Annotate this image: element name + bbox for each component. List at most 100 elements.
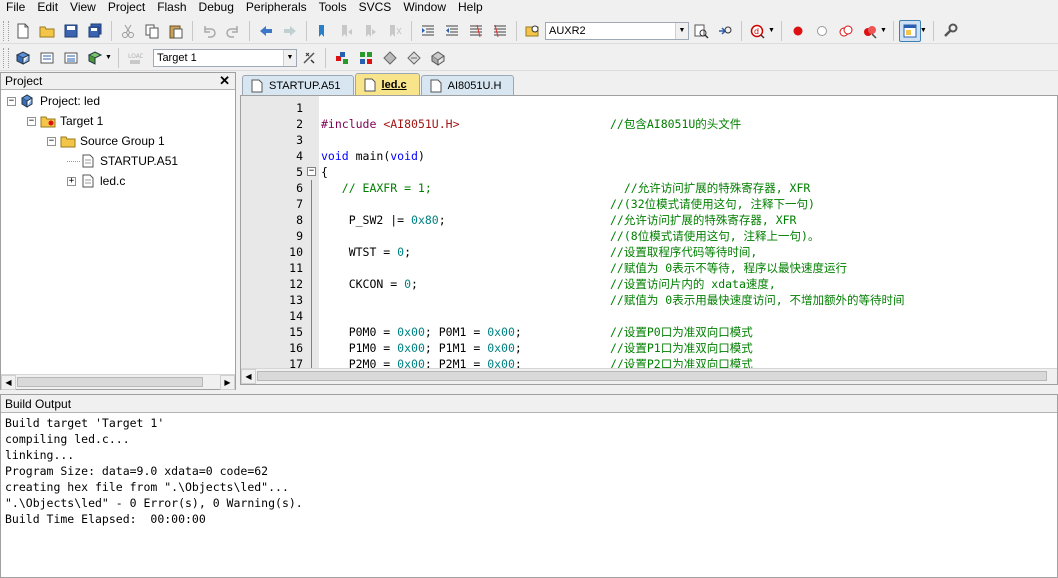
tree-item[interactable]: − Target 1: [27, 112, 103, 130]
run-time-environment-icon[interactable]: [427, 47, 449, 69]
collapse-icon[interactable]: −: [307, 167, 316, 176]
code-line[interactable]: 8 P_SW2 |= 0x80; //允许访问扩展的特殊寄存器, XFR: [241, 212, 1057, 228]
scrollbar-thumb[interactable]: [257, 371, 1047, 381]
redo-icon[interactable]: [222, 20, 244, 42]
editor-tab[interactable]: STARTUP.A51: [242, 75, 354, 95]
code-line[interactable]: 7 //(32位模式请使用这句, 注释下一句): [241, 196, 1057, 212]
insert-bookmark-icon[interactable]: [312, 20, 334, 42]
code-editor[interactable]: 1 2 #include <AI8051U.H>//包含AI8051U的头文件 3 4 v…: [240, 95, 1058, 385]
navigate-forward-icon[interactable]: [279, 20, 301, 42]
collapse-icon[interactable]: −: [7, 96, 16, 106]
find-in-files-icon[interactable]: [522, 20, 544, 42]
code-line[interactable]: 9 //(8位模式请使用这句, 注释上一句)。: [241, 228, 1057, 244]
project-horizontal-scrollbar[interactable]: ◀ ▶: [1, 374, 235, 390]
collapse-icon[interactable]: −: [27, 116, 36, 126]
menu-edit[interactable]: Edit: [31, 0, 64, 16]
window-layout-icon[interactable]: [898, 19, 921, 42]
disable-all-breakpoints-icon[interactable]: [835, 20, 857, 42]
code-line[interactable]: 1: [241, 100, 1057, 116]
download-load-icon[interactable]: LOAD: [124, 47, 146, 69]
undo-icon[interactable]: [198, 20, 220, 42]
menu-tools[interactable]: Tools: [313, 0, 353, 16]
batch-build-icon[interactable]: [84, 47, 106, 69]
editor-horizontal-scrollbar[interactable]: ◀: [241, 368, 1057, 384]
pack-installer-icon[interactable]: [379, 47, 401, 69]
tree-item[interactable]: + led.c: [67, 172, 125, 190]
code-line[interactable]: 16 P1M0 = 0x00; P1M1 = 0x00; //设置P1口为准双向口…: [241, 340, 1057, 356]
insert-breakpoint-icon[interactable]: [787, 20, 809, 42]
menu-peripherals[interactable]: Peripherals: [240, 0, 313, 16]
menu-help[interactable]: Help: [452, 0, 489, 16]
chevron-down-icon[interactable]: ▼: [880, 27, 887, 34]
tree-item[interactable]: STARTUP.A51: [67, 152, 178, 170]
open-folder-icon[interactable]: [36, 20, 58, 42]
code-line[interactable]: 11 //赋值为 0表示不等待, 程序以最快速度运行: [241, 260, 1057, 276]
chevron-down-icon[interactable]: ▼: [920, 27, 927, 34]
menu-svcs[interactable]: SVCS: [353, 0, 398, 16]
target-options-icon[interactable]: [298, 47, 320, 69]
code-line[interactable]: 15 P0M0 = 0x00; P0M1 = 0x00; //设置P0口为准双向口…: [241, 324, 1057, 340]
code-line[interactable]: 5−{: [241, 164, 1057, 180]
scrollbar-thumb[interactable]: [17, 377, 203, 387]
next-bookmark-icon[interactable]: [360, 20, 382, 42]
enable-breakpoint-icon[interactable]: [811, 20, 833, 42]
code-line[interactable]: 14: [241, 308, 1057, 324]
save-all-icon[interactable]: [84, 20, 106, 42]
code-line[interactable]: 13 //赋值为 0表示用最快速度访问, 不增加额外的等待时间: [241, 292, 1057, 308]
save-icon[interactable]: [60, 20, 82, 42]
uncomment-selection-icon[interactable]: [489, 20, 511, 42]
editor-tab[interactable]: AI8051U.H: [420, 75, 515, 95]
incremental-find-icon[interactable]: [714, 20, 736, 42]
scroll-left-icon[interactable]: ◀: [1, 374, 16, 390]
menu-flash[interactable]: Flash: [151, 0, 192, 16]
code-line[interactable]: 12 CKCON = 0; //设置访问片内的 xdata速度,: [241, 276, 1057, 292]
kill-all-breakpoints-icon[interactable]: [859, 20, 881, 42]
menu-project[interactable]: Project: [102, 0, 151, 16]
menu-file[interactable]: File: [0, 0, 31, 16]
navigate-back-icon[interactable]: [255, 20, 277, 42]
expand-icon[interactable]: +: [67, 176, 76, 186]
build-icon[interactable]: [36, 47, 58, 69]
scroll-right-icon[interactable]: ▶: [220, 374, 235, 390]
manage-components-icon[interactable]: [403, 47, 425, 69]
menu-debug[interactable]: Debug: [193, 0, 240, 16]
find-icon[interactable]: [690, 20, 712, 42]
scroll-left-icon[interactable]: ◀: [241, 369, 256, 384]
unindent-icon[interactable]: [441, 20, 463, 42]
find-combo[interactable]: AUXR2 ▼: [545, 21, 689, 40]
chevron-down-icon[interactable]: ▼: [768, 27, 775, 34]
manage-project-items-icon[interactable]: [331, 47, 353, 69]
toolbar-grip[interactable]: [3, 47, 9, 68]
chevron-down-icon[interactable]: ▼: [675, 22, 688, 39]
clear-bookmarks-icon[interactable]: [384, 20, 406, 42]
chevron-down-icon[interactable]: ▼: [282, 49, 296, 66]
code-line[interactable]: 2 #include <AI8051U.H> //包含AI8051U的头文件: [241, 116, 1057, 132]
tree-item[interactable]: − Project: led: [7, 92, 100, 110]
indent-icon[interactable]: [417, 20, 439, 42]
comment-selection-icon[interactable]: [465, 20, 487, 42]
paste-icon[interactable]: [165, 20, 187, 42]
editor-tab[interactable]: led.c: [354, 73, 420, 95]
configure-icon[interactable]: [939, 20, 961, 42]
cut-icon[interactable]: [117, 20, 139, 42]
rebuild-icon[interactable]: [60, 47, 82, 69]
translate-icon[interactable]: [12, 47, 34, 69]
previous-bookmark-icon[interactable]: [336, 20, 358, 42]
menu-window[interactable]: Window: [397, 0, 452, 16]
close-icon[interactable]: ✕: [219, 74, 230, 87]
chevron-down-icon[interactable]: ▼: [105, 54, 112, 61]
build-output-text[interactable]: Build target 'Target 1' compiling led.c..…: [1, 413, 1057, 529]
toolbar-grip[interactable]: [3, 20, 9, 41]
collapse-icon[interactable]: −: [47, 136, 56, 146]
code-line[interactable]: 4 void main(void): [241, 148, 1057, 164]
code-line[interactable]: 3: [241, 132, 1057, 148]
menu-view[interactable]: View: [64, 0, 102, 16]
target-select[interactable]: Target 1 ▼: [152, 48, 297, 67]
select-packs-icon[interactable]: [355, 47, 377, 69]
copy-icon[interactable]: [141, 20, 163, 42]
new-file-icon[interactable]: [12, 20, 34, 42]
debug-session-icon[interactable]: d: [747, 20, 769, 42]
code-line[interactable]: 10 WTST = 0; //设置取程序代码等待时间,: [241, 244, 1057, 260]
code-line[interactable]: 6 // EAXFR = 1; //允许访问扩展的特殊寄存器, XFR: [241, 180, 1057, 196]
code-area[interactable]: 1 2 #include <AI8051U.H>//包含AI8051U的头文件 3 4 v…: [241, 100, 1057, 372]
